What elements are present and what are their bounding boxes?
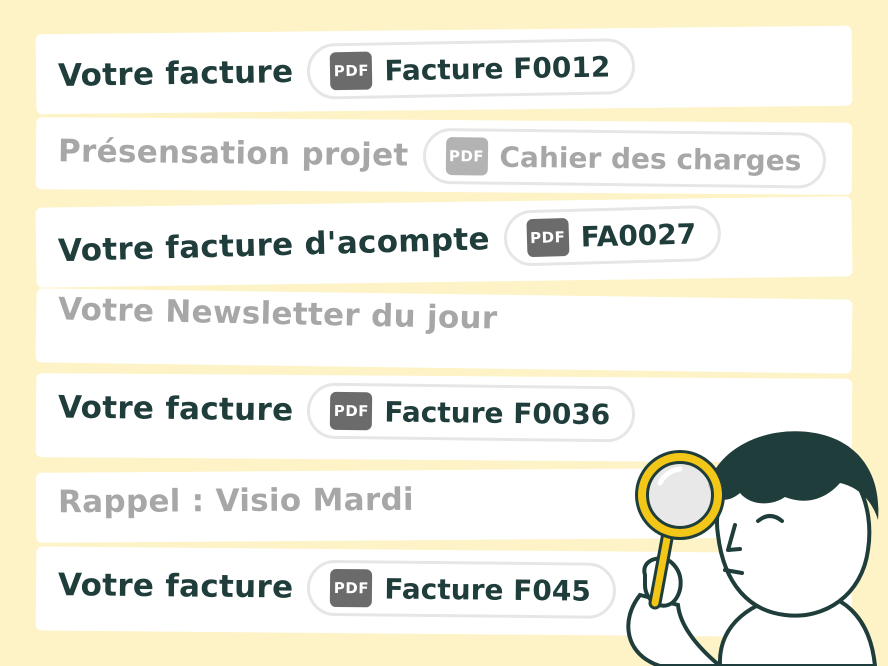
attachment-name: Cahier des charges — [499, 140, 802, 177]
attachment-chip[interactable]: PDF Facture F0036 — [307, 382, 636, 443]
pdf-file-icon: PDF — [526, 218, 570, 258]
character-arm — [626, 592, 724, 666]
pdf-file-icon: PDF — [330, 568, 373, 608]
email-subject: Votre facture — [57, 53, 294, 95]
person-with-magnifying-glass-icon — [626, 431, 879, 666]
attachment-chip[interactable]: PDF Facture F045 — [307, 559, 617, 619]
pdf-file-icon: PDF — [445, 137, 488, 176]
pdf-file-icon: PDF — [330, 51, 373, 91]
email-subject: Rappel : Visio Mardi — [57, 481, 415, 521]
email-row[interactable]: Votre facture PDF Facture F045 — [57, 557, 617, 619]
email-row[interactable]: Rappel : Visio Mardi — [58, 482, 414, 520]
email-row[interactable]: Votre facture PDF Facture F0036 — [57, 379, 636, 443]
email-subject: Votre facture — [57, 567, 294, 606]
email-subject: Présensation projet — [57, 133, 409, 174]
email-row[interactable]: Présensation projet PDF Cahier des charg… — [57, 123, 827, 189]
email-subject: Votre facture d'acompte — [57, 221, 491, 270]
attachment-chip[interactable]: PDF Cahier des charges — [422, 127, 827, 189]
email-row[interactable]: Votre facture PDF Facture F0012 — [57, 37, 636, 104]
attachment-name: FA0027 — [580, 216, 697, 254]
attachment-chip[interactable]: PDF FA0027 — [502, 204, 722, 267]
attachment-name: Facture F045 — [384, 571, 591, 608]
attachment-chip[interactable]: PDF Facture F0012 — [306, 37, 636, 100]
attachment-name: Facture F0012 — [384, 49, 611, 87]
attachment-name: Facture F0036 — [384, 394, 611, 431]
email-subject: Votre facture — [57, 389, 294, 429]
pdf-file-icon: PDF — [330, 391, 373, 431]
